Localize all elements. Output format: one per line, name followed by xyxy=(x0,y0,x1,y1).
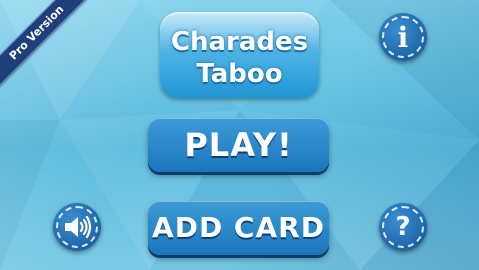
app-logo: Charades Taboo xyxy=(160,12,319,98)
sound-toggle-button[interactable] xyxy=(53,203,101,251)
info-button[interactable]: i xyxy=(379,13,427,61)
logo-title-line2: Taboo xyxy=(196,59,283,89)
add-card-button[interactable]: ADD CARD xyxy=(148,201,329,255)
help-icon: ? xyxy=(395,212,411,242)
help-button[interactable]: ? xyxy=(379,203,427,251)
logo-title-line1: Charades xyxy=(170,27,309,57)
info-icon: i xyxy=(397,20,409,54)
play-button[interactable]: PLAY! xyxy=(148,118,329,172)
speaker-icon xyxy=(53,203,101,251)
